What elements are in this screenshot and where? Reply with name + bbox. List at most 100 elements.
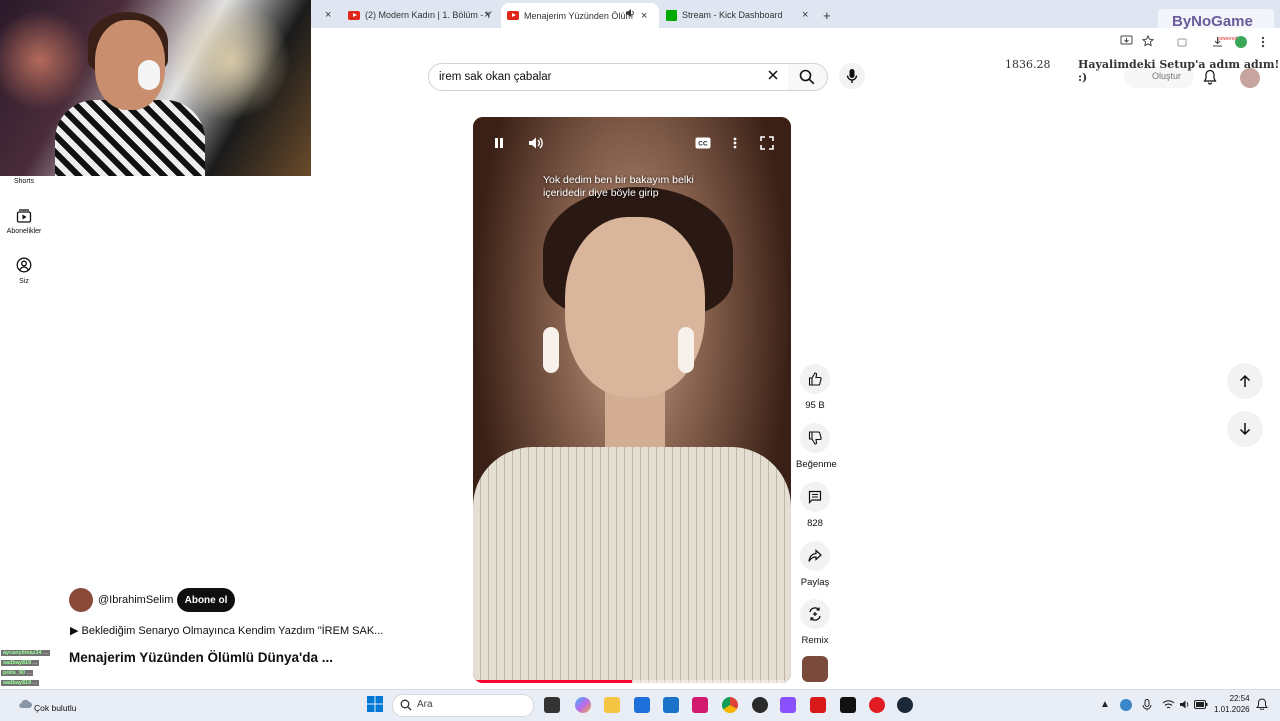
- copilot-icon[interactable]: [575, 697, 591, 713]
- volume-icon[interactable]: [528, 136, 544, 150]
- remix-icon: [809, 607, 821, 621]
- sidebar-item-shorts[interactable]: Shorts: [0, 178, 48, 185]
- video-progress-bar[interactable]: [473, 680, 791, 683]
- microsoft-store-icon[interactable]: [634, 697, 650, 713]
- youtube-icon: [507, 11, 519, 20]
- subtitle-line: Yok dedim ben bir bakayım belki: [543, 174, 694, 186]
- new-tab-button[interactable]: +: [823, 4, 831, 26]
- lightshot-icon[interactable]: [810, 697, 826, 713]
- remix-label: Remix: [801, 635, 829, 646]
- tab-menajerim[interactable]: Menajerim Yüzünden Ölüm ×: [501, 3, 659, 28]
- comments-button[interactable]: 828: [796, 482, 834, 529]
- remix-button[interactable]: Remix: [796, 599, 834, 646]
- like-button[interactable]: 95 B: [796, 364, 834, 411]
- youtube-icon: [348, 10, 360, 20]
- clock-time: 22:54: [1229, 694, 1250, 703]
- kick-icon: [666, 9, 677, 21]
- tray-overflow-icon[interactable]: ▲: [1100, 699, 1110, 710]
- sidebar-item-label: Siz: [19, 278, 29, 285]
- browser-menu-icon[interactable]: [1259, 35, 1267, 49]
- taskbar-clock[interactable]: 22:54 1.01.2026: [1214, 693, 1250, 715]
- subscriptions-icon: [16, 209, 32, 223]
- sponsor-sub: powered: [1218, 36, 1238, 42]
- channel-avatar-shortcut[interactable]: [802, 656, 828, 682]
- tiktok-live-icon[interactable]: [692, 697, 708, 713]
- channel-avatar[interactable]: [69, 588, 93, 612]
- taskbar-search-placeholder: Ara: [417, 699, 433, 710]
- arrow-up-icon: [1239, 374, 1251, 387]
- arrow-down-icon: [1239, 423, 1251, 436]
- windows-start-icon[interactable]: [367, 696, 383, 712]
- subtitle-line: içeridedir diye böyle girip: [543, 187, 659, 199]
- channel-name[interactable]: @IbrahimSelim: [98, 594, 173, 606]
- chat-message: aycanyilmaz34 ...: [1, 650, 50, 656]
- search-button[interactable]: [788, 63, 828, 91]
- search-icon: [799, 69, 815, 85]
- sponsor-logo: ByNoGame powered: [1158, 9, 1274, 42]
- svg-text:CC: CC: [698, 141, 708, 148]
- video-description-link[interactable]: ▶ Beklediğim Senaryo Olmayınca Kendim Ya…: [70, 624, 383, 637]
- close-icon[interactable]: ×: [484, 9, 490, 21]
- chat-message: sadbay819 ...: [1, 680, 40, 686]
- taskbar-search-box[interactable]: Ara: [392, 694, 534, 717]
- share-label: Paylaş: [800, 577, 830, 588]
- tab-label: Stream - Kick Dashboard: [682, 10, 783, 20]
- headphones-icon: [138, 60, 160, 90]
- steam-icon[interactable]: [897, 697, 913, 713]
- outlook-icon[interactable]: [663, 697, 679, 713]
- subscribe-label: Abone ol: [184, 594, 228, 606]
- file-explorer-icon[interactable]: [604, 697, 620, 713]
- microphone-icon: [846, 69, 858, 83]
- tab-label: Menajerim Yüzünden Ölüm: [524, 10, 633, 21]
- search-input[interactable]: [439, 64, 749, 90]
- thumbs-down-icon: [808, 431, 822, 445]
- obs-icon[interactable]: [752, 697, 768, 713]
- notification-center-icon[interactable]: [1256, 698, 1268, 710]
- close-icon[interactable]: ×: [802, 9, 808, 21]
- sidebar-item-label: Shorts: [13, 178, 35, 185]
- share-button[interactable]: Paylaş: [796, 541, 834, 588]
- extensions-icon[interactable]: [1177, 36, 1188, 47]
- tab-modern-kadin[interactable]: (2) Modern Kadın | 1. Bölüm - Y ×: [348, 4, 498, 26]
- tab-kick-dashboard[interactable]: Stream - Kick Dashboard ×: [666, 4, 816, 26]
- volume-tray-icon[interactable]: [1179, 699, 1191, 710]
- stream-counter: 1836.28: [1005, 58, 1051, 71]
- weather-text[interactable]: Çok bulutlu: [34, 703, 77, 713]
- search-icon: [400, 699, 412, 711]
- sidebar-item-subscriptions[interactable]: Abonelikler: [0, 208, 48, 235]
- clock-date: 1.01.2026: [1214, 705, 1250, 714]
- more-options-icon[interactable]: [731, 136, 739, 150]
- sidebar-item-you[interactable]: Siz: [0, 257, 48, 285]
- clear-search-icon[interactable]: [767, 69, 779, 81]
- chrome-icon[interactable]: [722, 697, 738, 713]
- video-progress-fill: [473, 680, 632, 683]
- browser-tab-strip: × (2) Modern Kadın | 1. Bölüm - Y × Mena…: [311, 0, 1280, 28]
- tray-microphone-icon[interactable]: [1142, 699, 1152, 711]
- pause-icon[interactable]: [493, 137, 505, 149]
- nvidia-app-icon[interactable]: [780, 697, 796, 713]
- like-count: 95 B: [805, 400, 825, 411]
- previous-video-button[interactable]: [1227, 363, 1263, 399]
- close-icon[interactable]: ×: [641, 10, 647, 22]
- weather-cloud-icon[interactable]: [18, 697, 32, 711]
- streamer-webcam: [0, 0, 311, 176]
- dislike-label: Beğenme: [796, 459, 837, 470]
- opera-icon[interactable]: [869, 697, 885, 713]
- share-icon: [808, 549, 822, 562]
- bookmark-star-icon[interactable]: [1142, 35, 1154, 47]
- shorts-video-player[interactable]: CC Yok dedim ben bir bakayım belki içeri…: [473, 117, 791, 683]
- install-app-icon[interactable]: [1120, 35, 1133, 47]
- tray-app-icon[interactable]: [1120, 699, 1132, 711]
- fullscreen-icon[interactable]: [760, 136, 774, 150]
- subscribe-button[interactable]: Abone ol: [177, 588, 235, 612]
- next-video-button[interactable]: [1227, 411, 1263, 447]
- wifi-icon[interactable]: [1162, 699, 1175, 710]
- tiktok-icon[interactable]: [840, 697, 856, 713]
- captions-icon[interactable]: CC: [695, 137, 711, 149]
- speaker-icon[interactable]: [625, 8, 635, 18]
- task-view-icon[interactable]: [544, 697, 560, 713]
- voice-search-button[interactable]: [839, 63, 865, 89]
- battery-icon[interactable]: [1194, 700, 1208, 709]
- video-title[interactable]: Menajerim Yüzünden Ölümlü Dünya'da ...: [69, 650, 333, 665]
- dislike-button[interactable]: Beğenme: [796, 423, 837, 470]
